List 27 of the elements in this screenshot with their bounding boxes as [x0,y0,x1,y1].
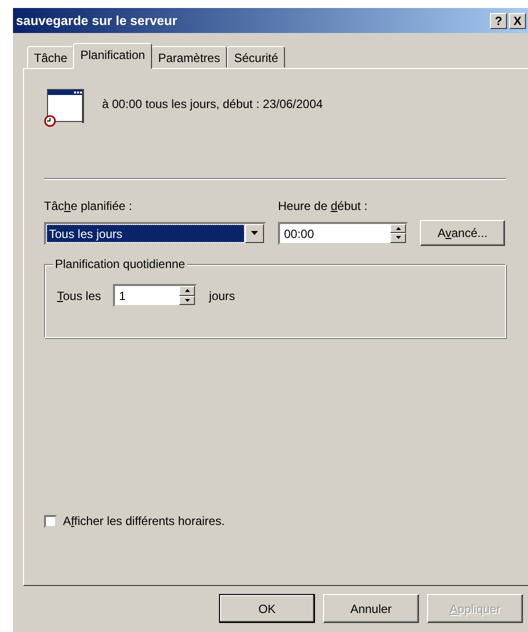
unit-label: jours [209,288,236,302]
tab[interactable]: Paramètres [151,46,228,68]
day-count-field[interactable]: 1 [113,284,198,307]
checkbox[interactable] [44,514,57,528]
field-label: Tous les [57,288,102,302]
schedule-dropdown[interactable]: Tous les jours [44,222,266,244]
window-title: sauvegarde sur le serveur [16,13,178,28]
down-arrow-icon [184,298,190,302]
up-arrow-icon [184,289,190,292]
checkbox-label: Afficher les différents horaires. [63,514,225,528]
tab[interactable]: Tâche [27,46,74,68]
help-button[interactable]: ? [490,12,507,28]
tab[interactable]: Planification [73,43,152,69]
dialog-button[interactable]: OK [219,594,315,623]
up-arrow-icon [396,226,400,230]
time-field[interactable]: 00:00 [278,222,408,244]
caret-icon [251,231,258,235]
dialog-button[interactable]: Annuler [323,594,419,623]
field-label: Heure de début : [278,199,368,213]
advanced-button[interactable]: Avancé... [420,220,505,246]
tab[interactable]: Sécurité [227,46,286,68]
down-arrow-icon [396,236,400,240]
field-label: Tâche planifiée : [44,199,134,213]
group-title: Planification quotidienne [53,257,188,271]
schedule-summary: à 00:00 tous les jours, début : 23/06/2004 [102,97,323,111]
scheduled-window-icon [44,89,84,127]
close-button[interactable]: X [509,12,526,28]
